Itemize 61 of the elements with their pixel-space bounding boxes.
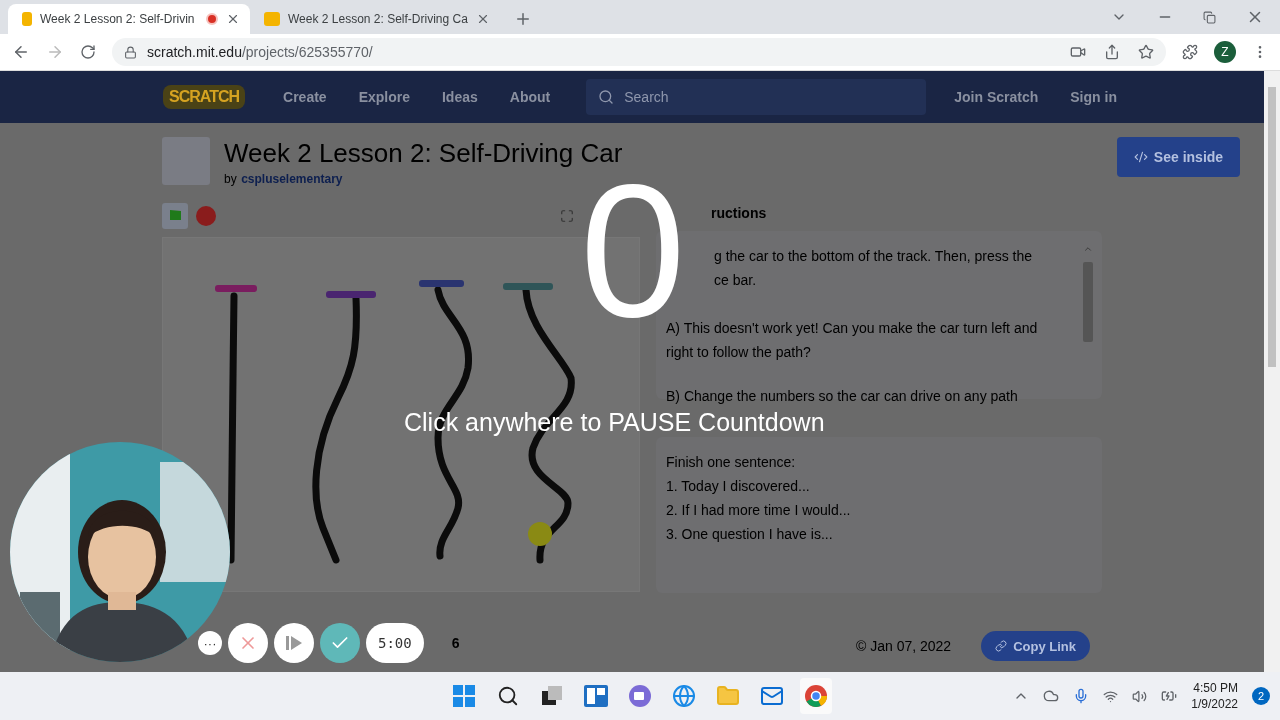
notes-line: 2. If I had more time I would... (666, 501, 852, 520)
instructions-text: g the car to the bottom of the track. Then, press the (714, 247, 1034, 266)
notes-line: 1. Today I discovered... (666, 477, 811, 496)
speaker-icon[interactable] (1132, 688, 1148, 704)
timer-display: 5:00 (366, 623, 424, 663)
project-title: Week 2 Lesson 2: Self-Driving Car (224, 137, 624, 169)
notification-badge[interactable]: 2 (1252, 687, 1270, 705)
scratch-logo[interactable]: SCRATCH (163, 85, 246, 109)
address-bar[interactable]: scratch.mit.edu/projects/625355770/ (112, 38, 1166, 66)
instructions-text: ce bar. (714, 271, 758, 290)
nav-link[interactable]: Ideas (426, 89, 494, 105)
reload-icon[interactable] (80, 44, 96, 60)
car-sprite (528, 522, 552, 546)
by-label: by (224, 172, 237, 186)
browser-tab[interactable]: Week 2 Lesson 2: Self-Drivin (8, 4, 250, 34)
share-icon[interactable] (1104, 44, 1120, 60)
more-button[interactable]: ··· (198, 631, 222, 655)
notes-line: 3. One question I have is... (666, 525, 834, 544)
notes-line: Finish one sentence: (666, 453, 797, 472)
scrollbar-thumb[interactable] (1083, 262, 1093, 342)
url-path: /projects/625355770/ (241, 44, 373, 60)
camera-icon[interactable] (1070, 44, 1086, 60)
slides-icon (264, 12, 280, 26)
cancel-button[interactable] (228, 623, 268, 663)
nav-link[interactable]: About (493, 89, 567, 105)
code-icon (1133, 150, 1148, 164)
url-host: scratch.mit.edu (147, 44, 242, 60)
instructions-text: B) Change the numbers so the car can drive on any path (666, 387, 1019, 406)
browser-tab[interactable]: Week 2 Lesson 2: Self-Driving Ca (250, 4, 500, 34)
chrome-icon[interactable] (800, 678, 832, 714)
count-label: 6 (451, 635, 460, 651)
copy-link-button[interactable]: Copy Link (981, 631, 1090, 661)
tab-title: Week 2 Lesson 2: Self-Drivin (40, 12, 196, 26)
back-icon[interactable] (12, 43, 30, 61)
sign-in-link[interactable]: Sign in (1054, 89, 1133, 105)
search-icon (598, 89, 615, 105)
author-link[interactable]: cspluselementary (241, 172, 343, 186)
puzzle-icon[interactable] (1182, 44, 1198, 60)
skip-button[interactable] (274, 623, 314, 663)
cloud-icon[interactable] (1043, 688, 1060, 704)
profile-avatar[interactable]: Z (1214, 41, 1236, 63)
nav-link[interactable]: Explore (342, 89, 426, 105)
restore-icon[interactable] (1203, 10, 1216, 24)
close-icon[interactable] (226, 12, 240, 26)
wifi-icon[interactable] (1103, 688, 1119, 704)
nav-link[interactable]: Create (267, 89, 343, 105)
tab-title: Week 2 Lesson 2: Self-Driving Ca (288, 12, 468, 26)
search-field[interactable]: Search (586, 79, 927, 115)
battery-icon[interactable] (1161, 688, 1178, 704)
skip-icon (285, 634, 303, 652)
taskbar-clock[interactable]: 4:50 PM 1/9/2022 (1191, 680, 1238, 712)
join-link[interactable]: Join Scratch (938, 89, 1055, 105)
shared-date: © Jan 07, 2022 (856, 638, 952, 654)
star-icon[interactable] (1138, 44, 1154, 60)
search-placeholder: Search (624, 89, 669, 105)
link-icon (995, 640, 1008, 652)
lock-icon (124, 45, 137, 59)
instructions-heading: ructions (711, 205, 768, 223)
project-thumbnail (162, 137, 210, 185)
confirm-button[interactable] (320, 623, 360, 663)
see-inside-button[interactable]: See inside (1117, 137, 1240, 177)
